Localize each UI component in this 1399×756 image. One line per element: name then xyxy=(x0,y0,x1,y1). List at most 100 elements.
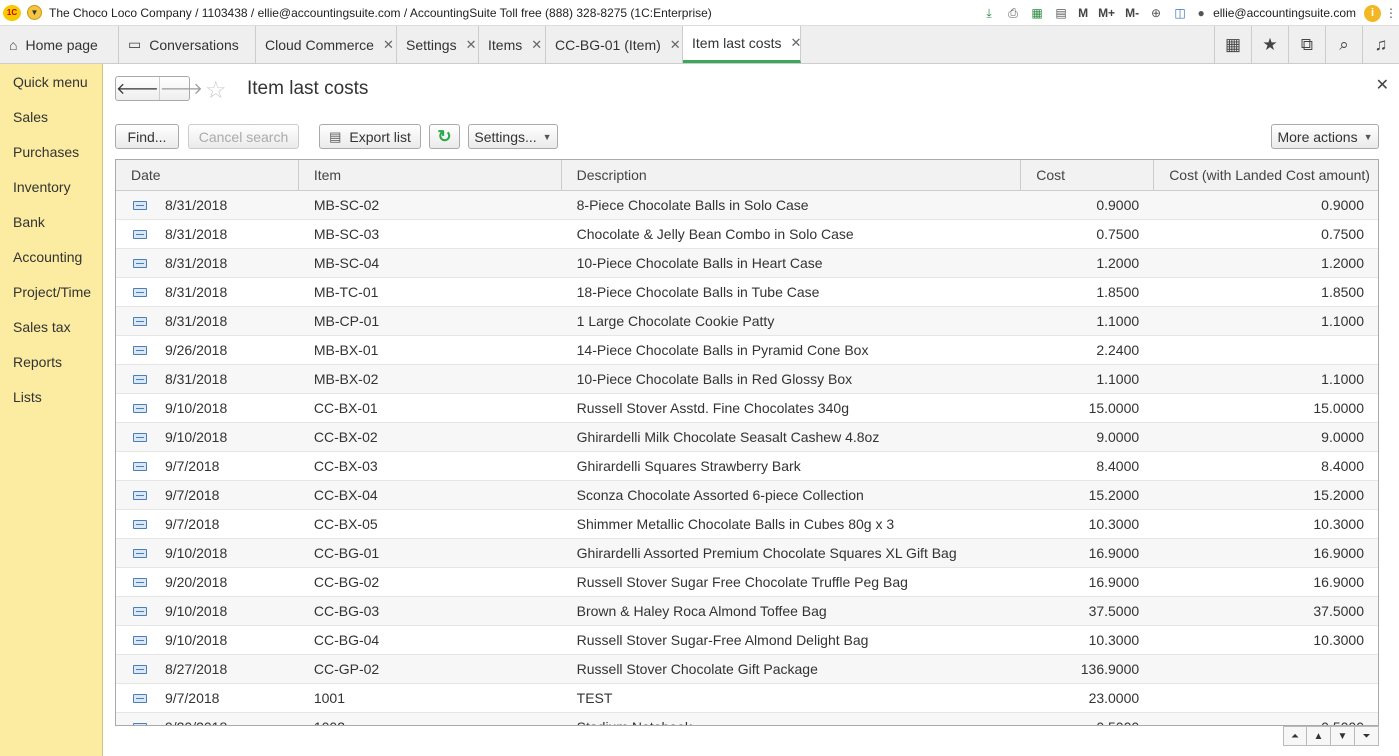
memory-minus-button[interactable]: M- xyxy=(1125,6,1139,20)
save-download-icon[interactable]: ⤓ xyxy=(980,4,998,22)
search-icon[interactable]: ⌕ xyxy=(1325,26,1362,63)
notifications-bell-icon[interactable]: ♫ xyxy=(1362,26,1399,63)
cell-item: 1002 xyxy=(299,713,562,725)
table-row[interactable]: 8/31/2018 MB-SC-04 10-Piece Chocolate Ball… xyxy=(116,249,1378,278)
table-row[interactable]: 9/10/2018 CC-BG-01 Ghirardelli Assorted Pr… xyxy=(116,539,1378,568)
table-row[interactable]: 9/7/2018 1001 TEST 23.0000 xyxy=(116,684,1378,713)
cell-date: 8/31/2018 xyxy=(164,371,228,387)
tab-item-last-costs[interactable]: Item last costs ✕ xyxy=(683,26,801,63)
cell-cost: 8.4000 xyxy=(1096,458,1140,474)
cell-date: 8/31/2018 xyxy=(164,226,228,242)
export-list-button[interactable]: ▤ Export list xyxy=(319,124,421,149)
sidebar-item-lists[interactable]: Lists xyxy=(0,379,102,414)
table-header: Date Item Description Cost Cost (with La… xyxy=(116,160,1378,191)
table-row[interactable]: 9/7/2018 CC-BX-05 Shimmer Metallic Chocola… xyxy=(116,510,1378,539)
cell-item: MB-CP-01 xyxy=(313,313,380,329)
column-header-item[interactable]: Item xyxy=(299,160,562,190)
table-row[interactable]: 9/7/2018 CC-BX-04 Sconza Chocolate Assorte… xyxy=(116,481,1378,510)
calculator-icon[interactable]: ▦ xyxy=(1028,4,1046,22)
row-type-cell xyxy=(116,713,165,725)
scroll-down-icon[interactable]: ▼ xyxy=(1331,726,1355,746)
calendar-icon[interactable]: ▤ xyxy=(1052,4,1070,22)
sidebar-item-sales-tax[interactable]: Sales tax xyxy=(0,309,102,344)
table-row[interactable]: 8/31/2018 MB-SC-02 8-Piece Chocolate Balls… xyxy=(116,191,1378,220)
sidebar-item-inventory[interactable]: Inventory xyxy=(0,169,102,204)
record-icon xyxy=(133,200,148,210)
tab-settings[interactable]: Settings ✕ xyxy=(397,26,479,63)
favorites-star-icon[interactable]: ★ xyxy=(1251,26,1288,63)
more-menu-icon[interactable]: ⋮ xyxy=(1385,4,1397,22)
memory-m-button[interactable]: M xyxy=(1078,6,1088,20)
close-icon[interactable]: ✕ xyxy=(383,37,394,53)
close-icon[interactable]: ✕ xyxy=(790,35,801,51)
tab-home-page[interactable]: ⌂ Home page xyxy=(0,26,119,63)
table-row[interactable]: 9/26/2018 MB-BX-01 14-Piece Chocolate Ball… xyxy=(116,336,1378,365)
scroll-to-bottom-icon[interactable]: ⏷ xyxy=(1355,726,1379,746)
table-row[interactable]: 8/31/2018 MB-SC-03 Chocolate & Jelly Bean … xyxy=(116,220,1378,249)
item-costs-table[interactable]: Date Item Description Cost Cost (with La… xyxy=(115,159,1379,726)
table-row[interactable]: 8/31/2018 MB-CP-01 1 Large Chocolate Cooki… xyxy=(116,307,1378,336)
tab-label: Cloud Commerce xyxy=(265,36,374,53)
table-row[interactable]: 9/10/2018 CC-BG-04 Russell Stover Sugar-Fr… xyxy=(116,626,1378,655)
close-form-icon[interactable]: ✕ xyxy=(1376,75,1389,95)
back-arrow-icon[interactable]: 🡐 xyxy=(116,77,159,100)
sidebar-item-bank[interactable]: Bank xyxy=(0,204,102,239)
cell-description: Brown & Haley Roca Almond Toffee Bag xyxy=(576,603,827,619)
panel-toggle-icon[interactable]: ◫ xyxy=(1171,4,1189,22)
sidebar-item-reports[interactable]: Reports xyxy=(0,344,102,379)
tab-cloud-commerce[interactable]: Cloud Commerce ✕ xyxy=(256,26,397,63)
cell-description: Ghirardelli Squares Strawberry Bark xyxy=(576,458,801,474)
find-button[interactable]: Find... xyxy=(115,124,179,149)
table-row[interactable]: 9/7/2018 CC-BX-03 Ghirardelli Squares Stra… xyxy=(116,452,1378,481)
column-header-description[interactable]: Description xyxy=(562,160,1022,190)
cell-cost: 10.3000 xyxy=(1088,516,1140,532)
table-row[interactable]: 8/27/2018 CC-GP-02 Russell Stover Chocolat… xyxy=(116,655,1378,684)
history-icon[interactable]: ⧉ xyxy=(1288,26,1325,63)
cell-date: 9/10/2018 xyxy=(164,632,228,648)
table-row[interactable]: 8/31/2018 MB-BX-02 10-Piece Chocolate Ball… xyxy=(116,365,1378,394)
forward-arrow-icon[interactable]: 🡒 xyxy=(158,77,203,100)
main-menu-icon[interactable]: ▼ xyxy=(27,5,42,20)
table-row[interactable]: 9/20/2018 CC-BG-02 Russell Stover Sugar Fr… xyxy=(116,568,1378,597)
settings-button[interactable]: Settings... ▼ xyxy=(468,124,558,149)
column-header-cost-landed[interactable]: Cost (with Landed Cost amount) xyxy=(1154,160,1378,190)
close-icon[interactable]: ✕ xyxy=(670,37,681,53)
table-row[interactable]: 9/20/20181002Stadium Notebook0.50000.500… xyxy=(116,713,1378,725)
table-row[interactable]: 8/31/2018 MB-TC-01 18-Piece Chocolate Ball… xyxy=(116,278,1378,307)
apps-grid-icon[interactable]: ▦ xyxy=(1214,26,1251,63)
user-icon: ● xyxy=(1197,6,1205,20)
user-name[interactable]: ellie@accountingsuite.com xyxy=(1213,6,1356,20)
refresh-button[interactable]: ↻ xyxy=(429,124,460,149)
more-actions-button[interactable]: More actions ▼ xyxy=(1271,124,1379,149)
close-icon[interactable]: ✕ xyxy=(466,37,477,53)
sidebar-item-sales[interactable]: Sales xyxy=(0,99,102,134)
info-icon[interactable]: i xyxy=(1364,4,1381,22)
sidebar-item-purchases[interactable]: Purchases xyxy=(0,134,102,169)
sidebar-item-project-time[interactable]: Project/Time xyxy=(0,274,102,309)
memory-plus-button[interactable]: M+ xyxy=(1098,6,1115,20)
cell-date: 9/20/2018 xyxy=(164,574,228,590)
cell-cost: 16.9000 xyxy=(1088,574,1140,590)
tab-conversations[interactable]: ▭ Conversations xyxy=(119,26,256,63)
scroll-up-icon[interactable]: ▲ xyxy=(1307,726,1331,746)
favorite-star-icon[interactable]: ☆ xyxy=(205,76,227,105)
tab-cc-bg-01-item[interactable]: CC-BG-01 (Item) ✕ xyxy=(546,26,683,63)
sidebar-item-accounting[interactable]: Accounting xyxy=(0,239,102,274)
table-row[interactable]: 9/10/2018 CC-BX-01 Russell Stover Asstd. F… xyxy=(116,394,1378,423)
cancel-search-button[interactable]: Cancel search xyxy=(188,124,299,149)
cell-date: 8/31/2018 xyxy=(164,197,228,213)
close-icon[interactable]: ✕ xyxy=(531,37,542,53)
cell-description: 8-Piece Chocolate Balls in Solo Case xyxy=(576,197,809,213)
column-header-date[interactable]: Date xyxy=(116,160,299,190)
table-row[interactable]: 9/10/2018 CC-BG-03 Brown & Haley Roca Almo… xyxy=(116,597,1378,626)
column-header-cost[interactable]: Cost xyxy=(1021,160,1155,190)
cell-description: Sconza Chocolate Assorted 6-piece Collec… xyxy=(576,487,864,503)
sidebar-item-quick-menu[interactable]: Quick menu xyxy=(0,64,102,99)
1c-logo-icon[interactable]: 1C xyxy=(3,4,21,21)
table-row[interactable]: 9/10/2018 CC-BX-02 Ghirardelli Milk Chocol… xyxy=(116,423,1378,452)
zoom-icon[interactable]: ⊕ xyxy=(1147,4,1165,22)
print-icon[interactable]: ⎙ xyxy=(1004,4,1022,22)
scroll-to-top-icon[interactable]: ⏶ xyxy=(1283,726,1307,746)
cell-cost-landed: 15.2000 xyxy=(1313,487,1364,503)
tab-items[interactable]: Items ✕ xyxy=(479,26,546,63)
